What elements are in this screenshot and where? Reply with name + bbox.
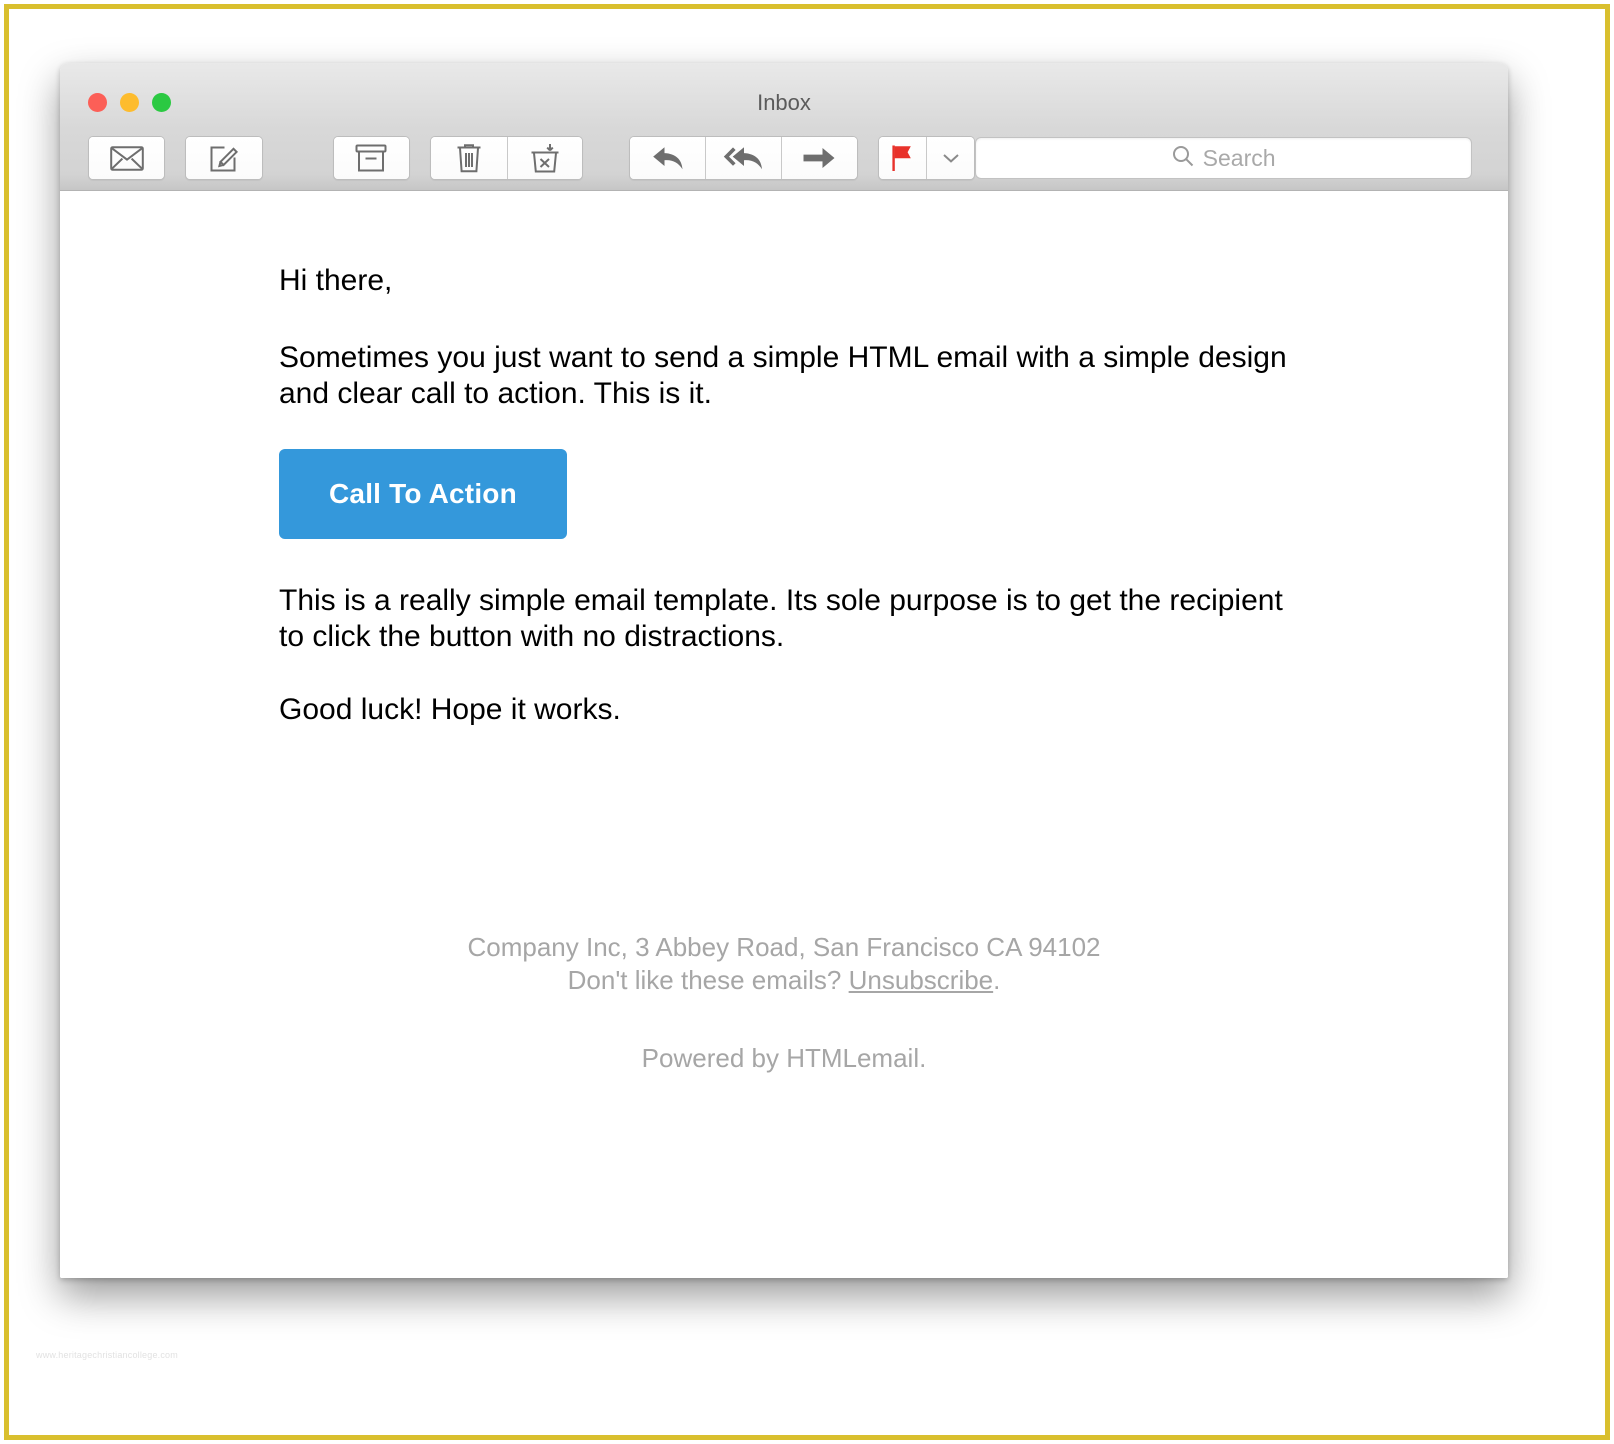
flag-icon	[890, 144, 914, 172]
flag-button[interactable]	[878, 137, 927, 179]
email-footer: Company Inc, 3 Abbey Road, San Francisco…	[60, 931, 1508, 1075]
reply-group	[628, 136, 858, 180]
search-icon	[1172, 145, 1194, 172]
email-paragraph-1: Sometimes you just want to send a simple…	[279, 340, 1287, 411]
reply-all-button[interactable]	[705, 137, 782, 179]
delete-junk-group	[429, 136, 584, 180]
unsubscribe-link[interactable]: Unsubscribe	[849, 965, 994, 995]
cta-wrapper: Call To Action	[279, 448, 1309, 539]
toolbar: Search	[60, 130, 1508, 186]
unsubscribe-prefix: Don't like these emails?	[567, 965, 849, 996]
call-to-action-button[interactable]: Call To Action	[279, 448, 567, 539]
get-mail-group	[87, 136, 166, 180]
footer-powered-by: Powered by HTMLemail.	[641, 1042, 927, 1073]
watermark-text: www.heritagechristiancollege.com	[36, 1350, 178, 1360]
envelope-icon	[109, 145, 144, 171]
email-body: Hi there, Sometimes you just want to sen…	[60, 191, 1508, 1278]
flag-group	[877, 136, 975, 180]
mail-window: Inbox Search Hi there, Sometimes you jus…	[60, 63, 1508, 1278]
email-content: Hi there, Sometimes you just want to sen…	[279, 191, 1309, 729]
search-inner: Search	[1172, 145, 1276, 172]
flag-menu-button[interactable]	[926, 137, 974, 179]
delete-button[interactable]	[430, 137, 507, 179]
reply-all-arrow-icon	[723, 144, 765, 172]
junk-button[interactable]	[506, 137, 583, 179]
email-greeting: Hi there,	[279, 264, 393, 297]
trash-icon	[456, 143, 482, 173]
compose-pencil-icon	[209, 143, 239, 173]
reply-arrow-icon	[651, 144, 685, 172]
reply-button[interactable]	[629, 137, 706, 179]
search-input[interactable]: Search	[974, 137, 1473, 179]
junk-mail-icon	[529, 143, 561, 173]
compose-button[interactable]	[186, 137, 262, 179]
archive-button[interactable]	[333, 137, 410, 179]
email-paragraph-3: Good luck! Hope it works.	[279, 692, 621, 726]
email-paragraph-2: This is a really simple email template. …	[279, 583, 1283, 654]
archive-box-icon	[355, 144, 387, 172]
footer-address: Company Inc, 3 Abbey Road, San Francisco…	[467, 932, 1101, 962]
archive-group	[332, 136, 411, 180]
footer-unsubscribe-line: Don't like these emails? Unsubscribe.	[60, 964, 1508, 997]
forward-arrow-icon	[802, 145, 836, 171]
unsubscribe-suffix: .	[993, 965, 1001, 996]
search-placeholder: Search	[1202, 144, 1276, 171]
window-title: Inbox	[757, 90, 811, 115]
window-chrome: Inbox Search	[60, 63, 1508, 191]
compose-group	[185, 136, 263, 180]
get-mail-button[interactable]	[88, 137, 165, 179]
chevron-down-icon	[942, 152, 960, 164]
forward-button[interactable]	[781, 137, 857, 179]
